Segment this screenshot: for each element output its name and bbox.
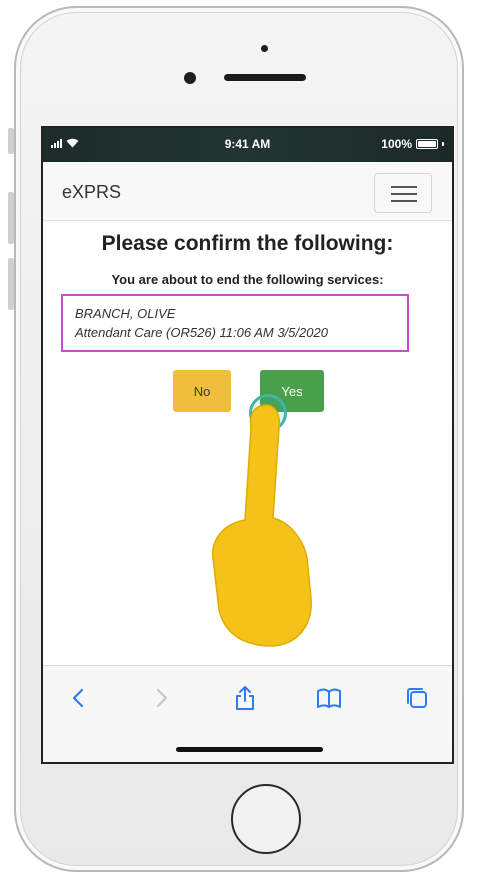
share-icon[interactable] bbox=[231, 684, 259, 712]
bookmarks-icon[interactable] bbox=[315, 684, 343, 712]
phone-screen: 9:41 AM 100% eXPRS Please confirm the fo… bbox=[41, 126, 454, 764]
volume-up-button bbox=[8, 192, 14, 244]
earpiece-speaker bbox=[224, 74, 306, 81]
battery-icon bbox=[416, 139, 438, 149]
stage: 9:41 AM 100% eXPRS Please confirm the fo… bbox=[0, 0, 480, 880]
app-navbar: eXPRS bbox=[43, 162, 452, 221]
pointing-hand-icon bbox=[212, 404, 312, 647]
battery-percent: 100% bbox=[381, 137, 412, 151]
home-button[interactable] bbox=[231, 784, 301, 854]
tabs-icon[interactable] bbox=[403, 684, 431, 712]
proximity-sensor bbox=[261, 45, 268, 52]
brand-title[interactable]: eXPRS bbox=[62, 182, 121, 203]
hamburger-menu-button[interactable] bbox=[374, 173, 432, 213]
forward-icon[interactable] bbox=[147, 684, 175, 712]
front-camera bbox=[184, 72, 196, 84]
mute-switch bbox=[8, 128, 14, 154]
service-detail: Attendant Care (OR526) 11:06 AM 3/5/2020 bbox=[75, 325, 328, 340]
back-icon[interactable] bbox=[65, 684, 93, 712]
home-indicator bbox=[176, 747, 323, 752]
service-summary-box: BRANCH, OLIVE Attendant Care (OR526) 11:… bbox=[61, 294, 409, 352]
confirm-subheading: You are about to end the following servi… bbox=[111, 272, 384, 287]
status-bar: 9:41 AM 100% bbox=[43, 128, 452, 162]
client-name: BRANCH, OLIVE bbox=[75, 306, 176, 321]
battery-tip bbox=[442, 142, 444, 146]
volume-down-button bbox=[8, 258, 14, 310]
status-right: 100% bbox=[381, 137, 444, 151]
page-title: Please confirm the following: bbox=[101, 232, 394, 255]
browser-toolbar bbox=[43, 665, 452, 762]
